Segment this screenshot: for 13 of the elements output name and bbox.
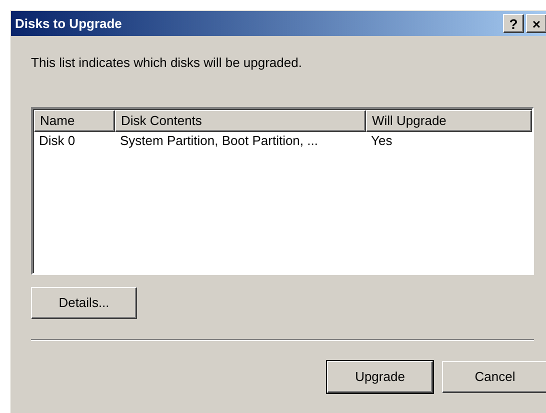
dialog-button[interactable]: Cancel <box>442 360 546 392</box>
details-button[interactable]: Details... <box>31 286 137 318</box>
help-button[interactable]: ? <box>503 14 524 33</box>
close-button[interactable]: × <box>526 14 546 33</box>
table-cell-text: System Partition, Boot Partition, ... <box>119 132 319 150</box>
dialog-button[interactable]: Upgrade <box>327 360 433 392</box>
table-cell-text: Yes <box>370 132 394 150</box>
description-text: This list indicates which disks will be upgraded. <box>31 54 303 72</box>
window-title: Disks to Upgrade <box>15 14 122 33</box>
column-header[interactable]: Name <box>34 110 115 132</box>
table-cell-text: Disk 0 <box>38 132 76 150</box>
column-header[interactable]: Disk Contents <box>115 110 366 132</box>
column-header[interactable]: Will Upgrade <box>366 110 532 132</box>
